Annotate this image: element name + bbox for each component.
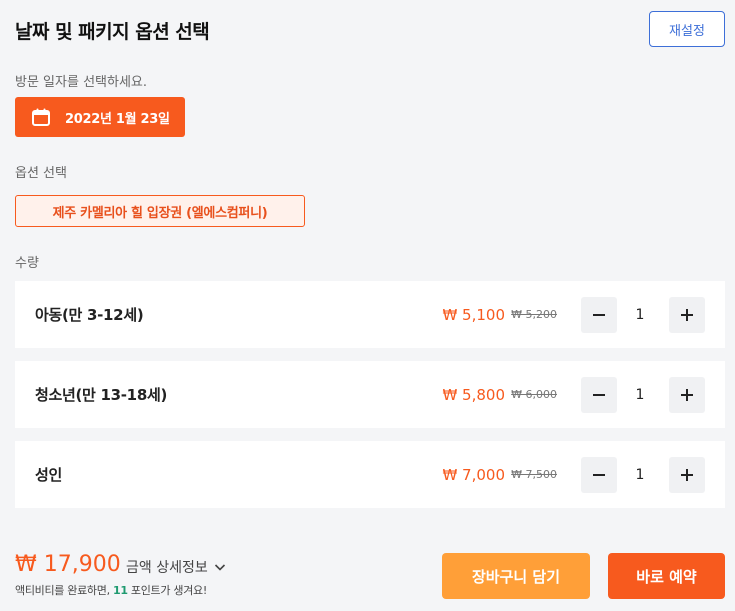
book-now-button[interactable]: 바로 예약 <box>608 553 725 599</box>
decrease-button[interactable] <box>581 456 617 493</box>
calendar-icon <box>32 108 50 126</box>
quantity-count: 1 <box>635 466 645 483</box>
minus-icon <box>593 313 605 316</box>
option-section-label: 옵션 선택 <box>15 166 67 181</box>
date-picker-button[interactable]: 2022년 1월 23일 <box>15 97 185 137</box>
quantity-row-adult: 성인 ₩ 7,000 ₩ 7,500 1 <box>15 441 725 508</box>
reset-button[interactable]: 재설정 <box>649 11 725 47</box>
quantity-row-teen: 청소년(만 13-18세) ₩ 5,800 ₩ 6,000 1 <box>15 361 725 428</box>
chevron-down-icon <box>214 564 225 571</box>
minus-icon <box>593 473 605 476</box>
quantity-count: 1 <box>635 386 645 403</box>
plus-icon <box>681 468 693 481</box>
ticket-original-price: ₩ 7,500 <box>511 468 557 481</box>
selected-date: 2022년 1월 23일 <box>65 111 170 127</box>
increase-button[interactable] <box>669 296 705 333</box>
points-suffix: 포인트가 생겨요! <box>130 584 207 597</box>
plus-icon <box>681 388 693 401</box>
date-section-label: 방문 일자를 선택하세요. <box>15 75 147 90</box>
price-detail-label: 금액 상세정보 <box>126 560 208 576</box>
header: 날짜 및 패키지 옵션 선택 <box>15 17 210 44</box>
minus-icon <box>593 393 605 396</box>
decrease-button[interactable] <box>581 296 617 333</box>
page-title: 날짜 및 패키지 옵션 선택 <box>15 21 210 43</box>
increase-button[interactable] <box>669 456 705 493</box>
quantity-section-label: 수량 <box>15 256 39 271</box>
ticket-original-price: ₩ 5,200 <box>511 308 557 321</box>
ticket-price: ₩ 7,000 <box>442 465 505 484</box>
price-detail-toggle[interactable]: 금액 상세정보 <box>126 557 226 577</box>
ticket-original-price: ₩ 6,000 <box>511 388 557 401</box>
ticket-name: 성인 <box>35 466 63 484</box>
ticket-name: 청소년(만 13-18세) <box>35 386 168 404</box>
points-prefix: 액티비티를 완료하면, <box>15 584 110 597</box>
quantity-row-child: 아동(만 3-12세) ₩ 5,100 ₩ 5,200 1 <box>15 281 725 348</box>
ticket-price: ₩ 5,100 <box>442 305 505 324</box>
total-price: ₩ 17,900 <box>15 552 121 577</box>
plus-icon <box>681 308 693 321</box>
ticket-name: 아동(만 3-12세) <box>35 306 144 324</box>
increase-button[interactable] <box>669 376 705 413</box>
add-to-cart-button[interactable]: 장바구니 담기 <box>442 553 590 599</box>
ticket-price: ₩ 5,800 <box>442 385 505 404</box>
points-value: 11 <box>112 584 128 597</box>
points-note: 액티비티를 완료하면, 11 포인트가 생겨요! <box>15 582 207 598</box>
decrease-button[interactable] <box>581 376 617 413</box>
quantity-count: 1 <box>635 306 645 323</box>
option-chip[interactable]: 제주 카멜리아 힐 입장권 (엘에스컴퍼니) <box>15 195 305 227</box>
